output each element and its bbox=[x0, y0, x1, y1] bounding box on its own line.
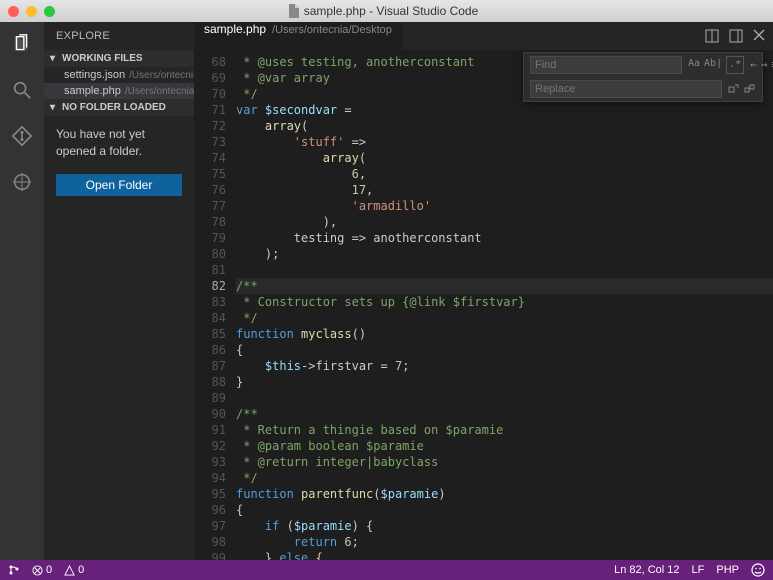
replace-all-icon[interactable] bbox=[744, 83, 756, 95]
replace-input[interactable] bbox=[530, 80, 722, 98]
git-icon[interactable] bbox=[10, 124, 34, 148]
match-case-toggle[interactable]: Aa bbox=[688, 56, 700, 74]
window-titlebar: sample.php - Visual Studio Code bbox=[0, 0, 773, 22]
chevron-down-icon: ▾ bbox=[50, 102, 58, 113]
no-folder-label: NO FOLDER LOADED bbox=[62, 102, 166, 113]
prev-match-icon[interactable]: ← bbox=[750, 57, 757, 73]
sidebar-explorer: EXPLORE ▾ WORKING FILES settings.json /U… bbox=[44, 22, 194, 560]
line-gutter: 6869707172737475767778798081828384858687… bbox=[194, 50, 236, 560]
working-file-item[interactable]: sample.php /Users/ontecnia/... bbox=[44, 83, 194, 99]
close-editor-icon[interactable] bbox=[753, 29, 765, 43]
zoom-window-button[interactable] bbox=[44, 6, 55, 17]
explorer-icon[interactable] bbox=[10, 32, 34, 56]
sidebar-title: EXPLORE bbox=[44, 22, 194, 50]
tab-filename: sample.php bbox=[204, 22, 266, 36]
search-icon[interactable] bbox=[10, 78, 34, 102]
regex-toggle[interactable]: .* bbox=[726, 56, 744, 74]
editor-area: sample.php /Users/ontecnia/Desktop 68697… bbox=[194, 22, 773, 560]
code-content[interactable]: * @uses testing, anotherconstant * @var … bbox=[236, 50, 773, 560]
eol-indicator[interactable]: LF bbox=[692, 564, 705, 576]
file-name: settings.json bbox=[64, 69, 125, 81]
file-path: /Users/ontecnia/... bbox=[129, 70, 194, 81]
open-folder-button[interactable]: Open Folder bbox=[56, 174, 182, 196]
file-name: sample.php bbox=[64, 85, 121, 97]
file-path: /Users/ontecnia/... bbox=[125, 86, 194, 97]
replace-one-icon[interactable] bbox=[728, 83, 740, 95]
no-folder-header[interactable]: ▾ NO FOLDER LOADED bbox=[44, 99, 194, 116]
working-files-label: WORKING FILES bbox=[62, 53, 143, 64]
code-editor[interactable]: 6869707172737475767778798081828384858687… bbox=[194, 50, 773, 560]
whole-word-toggle[interactable]: Ab| bbox=[704, 56, 722, 74]
git-branch-status[interactable] bbox=[8, 564, 20, 576]
warning-count[interactable]: 0 bbox=[64, 564, 84, 576]
next-match-icon[interactable]: → bbox=[761, 57, 768, 73]
activity-bar bbox=[0, 22, 44, 560]
tab-bar: sample.php /Users/ontecnia/Desktop bbox=[194, 22, 773, 50]
status-bar: 0 0 Ln 82, Col 12 LF PHP bbox=[0, 560, 773, 580]
error-count[interactable]: 0 bbox=[32, 564, 52, 576]
split-editor-icon[interactable] bbox=[705, 29, 719, 43]
working-files-header[interactable]: ▾ WORKING FILES bbox=[44, 50, 194, 67]
chevron-down-icon: ▾ bbox=[50, 53, 58, 64]
close-window-button[interactable] bbox=[8, 6, 19, 17]
minimize-window-button[interactable] bbox=[26, 6, 37, 17]
tab-filepath: /Users/ontecnia/Desktop bbox=[272, 24, 392, 36]
debug-icon[interactable] bbox=[10, 170, 34, 194]
editor-tab[interactable]: sample.php /Users/ontecnia/Desktop bbox=[194, 22, 402, 50]
document-icon bbox=[288, 4, 300, 18]
no-folder-text: You have not yet opened a folder. bbox=[44, 116, 194, 170]
window-title: sample.php - Visual Studio Code bbox=[304, 4, 479, 18]
cursor-position[interactable]: Ln 82, Col 12 bbox=[614, 564, 679, 576]
find-replace-panel: Aa Ab| .* ← → ≡ ✕ bbox=[523, 52, 763, 102]
more-icon[interactable] bbox=[729, 29, 743, 43]
working-file-item[interactable]: settings.json /Users/ontecnia/... bbox=[44, 67, 194, 83]
language-mode[interactable]: PHP bbox=[716, 564, 739, 576]
find-input[interactable] bbox=[530, 56, 682, 74]
feedback-icon[interactable] bbox=[751, 563, 765, 577]
